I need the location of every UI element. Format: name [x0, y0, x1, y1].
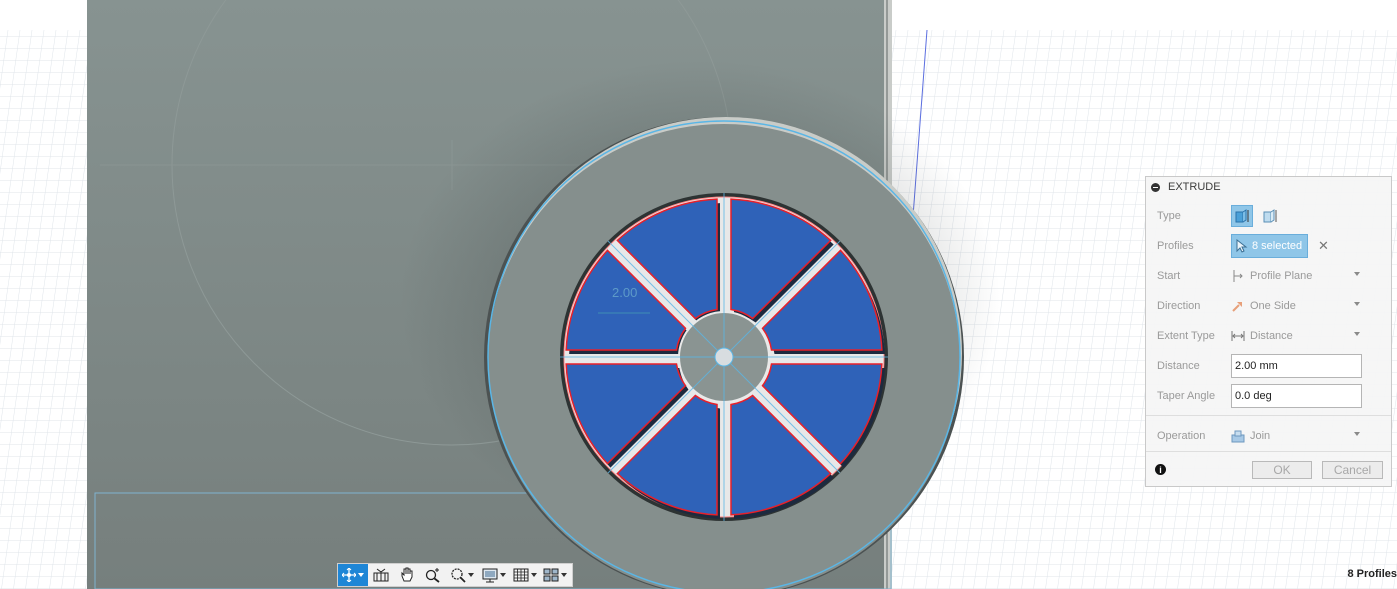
pan-hand-icon	[401, 567, 413, 582]
info-icon[interactable]: i	[1155, 464, 1166, 475]
fit-button[interactable]	[446, 564, 478, 586]
extrude-dialog: EXTRUDE Type Profiles 8 selected ✕ Start	[1145, 176, 1392, 487]
look-at-button[interactable]	[368, 564, 394, 586]
operation-row: Operation Join	[1146, 424, 1391, 448]
dimension-label[interactable]: 2.00	[612, 285, 637, 300]
selection-status: 8 Profiles	[1347, 568, 1397, 580]
ok-button[interactable]: OK	[1252, 461, 1312, 479]
orbit-icon	[342, 568, 356, 582]
zoom-icon	[425, 568, 440, 583]
cancel-button[interactable]: Cancel	[1322, 461, 1383, 479]
grid-icon	[513, 568, 529, 582]
profiles-selection-button[interactable]: 8 selected	[1231, 234, 1308, 258]
clear-selection-icon[interactable]: ✕	[1318, 238, 1329, 254]
chevron-down-icon	[1354, 432, 1360, 436]
distance-row: Distance	[1146, 354, 1391, 378]
extent-type-value: Distance	[1250, 330, 1293, 342]
distance-label: Distance	[1157, 360, 1200, 372]
profiles-selection-value: 8 selected	[1252, 240, 1303, 252]
type-label: Type	[1157, 210, 1181, 222]
zoom-window-icon	[451, 568, 466, 583]
extent-type-dropdown[interactable]: Distance	[1231, 324, 1360, 348]
display-settings-icon	[482, 568, 498, 582]
thin-extrude-icon	[1263, 209, 1277, 223]
sketch-center	[560, 193, 888, 521]
zoom-button[interactable]	[420, 564, 446, 586]
viewports-button[interactable]	[540, 564, 570, 586]
distance-input[interactable]	[1231, 354, 1362, 378]
orbit-button[interactable]	[338, 564, 368, 586]
taper-angle-label: Taper Angle	[1157, 390, 1216, 402]
taper-angle-row: Taper Angle	[1146, 384, 1391, 408]
start-value: Profile Plane	[1250, 270, 1313, 282]
solid-extrude-icon	[1235, 209, 1249, 223]
type-row: Type	[1146, 204, 1391, 228]
taper-angle-input[interactable]	[1231, 384, 1362, 408]
extent-type-label: Extent Type	[1157, 330, 1215, 342]
start-row: Start Profile Plane	[1146, 264, 1391, 288]
divider	[1146, 451, 1391, 452]
extent-type-row: Extent Type Distance	[1146, 324, 1391, 348]
grid-settings-button[interactable]	[510, 564, 540, 586]
extrude-dialog-header[interactable]: EXTRUDE	[1146, 177, 1391, 197]
operation-dropdown[interactable]: Join	[1231, 424, 1360, 448]
chevron-down-icon	[1354, 272, 1360, 276]
direction-row: Direction One Side	[1146, 294, 1391, 318]
operation-label: Operation	[1157, 430, 1206, 442]
direction-label: Direction	[1157, 300, 1201, 312]
chevron-down-icon	[1354, 302, 1360, 306]
profiles-row: Profiles 8 selected ✕	[1146, 234, 1391, 258]
start-dropdown[interactable]: Profile Plane	[1231, 264, 1360, 288]
navigation-toolbar	[337, 563, 573, 587]
cursor-arrow-icon	[1236, 239, 1248, 253]
chevron-down-icon	[1354, 332, 1360, 336]
start-label: Start	[1157, 270, 1181, 282]
pan-button[interactable]	[394, 564, 420, 586]
extrude-type-solid-button[interactable]	[1231, 205, 1253, 227]
operation-value: Join	[1250, 430, 1271, 442]
look-at-icon	[373, 568, 389, 582]
collapse-icon[interactable]	[1151, 182, 1160, 192]
display-settings-button[interactable]	[478, 564, 510, 586]
distance-icon	[1231, 331, 1245, 341]
viewports-icon	[543, 568, 559, 582]
divider	[1146, 415, 1391, 416]
profile-plane-icon	[1233, 270, 1243, 282]
direction-value: One Side	[1250, 300, 1296, 312]
dialog-title: EXTRUDE	[1168, 181, 1221, 193]
extrude-type-thin-button[interactable]	[1259, 205, 1281, 227]
one-side-icon	[1232, 302, 1242, 312]
direction-dropdown[interactable]: One Side	[1231, 294, 1360, 318]
join-icon	[1231, 430, 1245, 443]
profiles-label: Profiles	[1157, 240, 1194, 252]
